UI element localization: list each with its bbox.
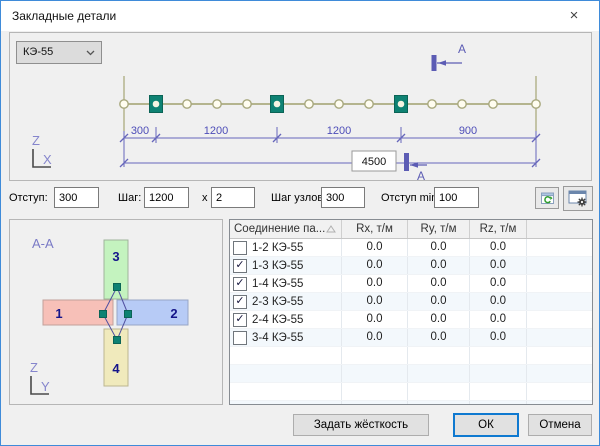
section-marker-top: A (432, 42, 467, 71)
svg-text:900: 900 (459, 125, 477, 137)
table-row[interactable]: ✓ 2-3 КЭ-55 0.0 0.0 0.0 (230, 293, 592, 311)
step-count-input[interactable] (211, 187, 255, 208)
connection-name: 3-4 КЭ-55 (252, 330, 303, 346)
empty-row (230, 347, 592, 365)
axis-indicator-zx: Z X (32, 133, 52, 167)
section-view-panel: A-A 3 1 2 4 Z (9, 219, 223, 405)
svg-text:Z: Z (32, 133, 40, 148)
row-checkbox[interactable] (233, 241, 247, 255)
ok-button[interactable]: ОК (453, 413, 519, 437)
svg-text:4500: 4500 (362, 156, 386, 168)
table-row[interactable]: ✓ 2-4 КЭ-55 0.0 0.0 0.0 (230, 311, 592, 329)
svg-text:1200: 1200 (327, 125, 351, 137)
connection-name: 2-3 КЭ-55 (252, 294, 303, 310)
connection-name: 1-4 КЭ-55 (252, 276, 303, 292)
rx-value: 0.0 (342, 239, 408, 256)
column-header-empty (527, 220, 592, 238)
offset-input[interactable] (54, 187, 99, 208)
svg-text:1200: 1200 (204, 125, 228, 137)
ry-value: 0.0 (408, 311, 470, 328)
connection-name: 2-4 КЭ-55 (252, 312, 303, 328)
rx-value: 0.0 (342, 329, 408, 346)
step-input[interactable] (144, 187, 189, 208)
close-icon[interactable]: × (561, 5, 587, 27)
column-header-rz[interactable]: Rz, т/м (470, 220, 527, 238)
rz-value: 0.0 (470, 311, 527, 328)
beam-drawing: A 300 120 (10, 33, 591, 180)
rz-value: 0.0 (470, 329, 527, 346)
offset-min-label: Отступ min: (381, 192, 440, 204)
beam-drawing-panel: КЭ-55 (9, 32, 592, 181)
rx-value: 0.0 (342, 257, 408, 274)
table-row[interactable]: 1-2 КЭ-55 0.0 0.0 0.0 (230, 239, 592, 257)
svg-text:1: 1 (55, 306, 62, 321)
cancel-button[interactable]: Отмена (528, 414, 592, 436)
connection-name: 1-3 КЭ-55 (252, 258, 303, 274)
rz-value: 0.0 (470, 275, 527, 292)
ry-value: 0.0 (408, 275, 470, 292)
ry-value: 0.0 (408, 239, 470, 256)
svg-text:300: 300 (131, 125, 149, 137)
dimension-labels: 300 1200 1200 900 (131, 125, 477, 137)
table-body: 1-2 КЭ-55 0.0 0.0 0.0 ✓ 1-3 КЭ-55 0.0 0.0… (230, 239, 592, 405)
sort-ascending-icon (326, 225, 336, 233)
node-step-label: Шаг узлов: (271, 192, 326, 204)
rx-value: 0.0 (342, 311, 408, 328)
dimension-ticks (120, 134, 540, 167)
svg-text:A: A (417, 169, 425, 180)
column-header-rx[interactable]: Rx, т/м (342, 220, 408, 238)
table-row[interactable]: ✓ 1-3 КЭ-55 0.0 0.0 0.0 (230, 257, 592, 275)
titlebar: Закладные детали × (1, 1, 599, 31)
row-checkbox[interactable]: ✓ (233, 259, 247, 273)
ry-value: 0.0 (408, 293, 470, 310)
rx-value: 0.0 (342, 293, 408, 310)
refresh-button[interactable] (535, 187, 559, 209)
total-length-field[interactable]: 4500 (352, 151, 396, 171)
row-checkbox[interactable]: ✓ (233, 313, 247, 327)
rx-value: 0.0 (342, 275, 408, 292)
svg-text:4: 4 (112, 361, 120, 376)
column-header-connection[interactable]: Соединение па... (230, 220, 342, 238)
step-label: Шаг: (118, 192, 141, 204)
row-checkbox[interactable] (233, 331, 247, 345)
ry-value: 0.0 (408, 257, 470, 274)
axis-indicator-zy: Z Y (30, 360, 50, 394)
offset-min-input[interactable] (434, 187, 479, 208)
table-row[interactable]: ✓ 1-4 КЭ-55 0.0 0.0 0.0 (230, 275, 592, 293)
svg-text:Y: Y (41, 379, 50, 394)
section-view-label: A-A (32, 236, 54, 251)
set-stiffness-button[interactable]: Задать жёсткость (293, 414, 429, 436)
svg-text:2: 2 (170, 306, 177, 321)
section-marker-bottom: A (404, 153, 427, 180)
rz-value: 0.0 (470, 239, 527, 256)
svg-text:X: X (43, 152, 52, 167)
empty-row (230, 401, 592, 405)
offset-label: Отступ: (9, 192, 48, 204)
column-header-ry[interactable]: Ry, т/м (408, 220, 470, 238)
rz-value: 0.0 (470, 293, 527, 310)
settings-button[interactable] (563, 186, 593, 211)
table-row[interactable]: 3-4 КЭ-55 0.0 0.0 0.0 (230, 329, 592, 347)
svg-text:3: 3 (112, 249, 119, 264)
node-step-input[interactable] (321, 187, 365, 208)
row-checkbox[interactable]: ✓ (233, 295, 247, 309)
ry-value: 0.0 (408, 329, 470, 346)
connections-table: Соединение па... Rx, т/м Ry, т/м Rz, т/м… (229, 219, 593, 405)
window-gear-icon (568, 190, 589, 207)
dialog-title: Закладные детали (12, 9, 116, 23)
section-view: A-A 3 1 2 4 Z (10, 220, 222, 404)
svg-text:A: A (458, 42, 466, 56)
empty-row (230, 365, 592, 383)
rz-value: 0.0 (470, 257, 527, 274)
svg-text:Z: Z (30, 360, 38, 375)
table-header: Соединение па... Rx, т/м Ry, т/м Rz, т/м (230, 220, 592, 239)
multiplier-label: x (202, 192, 208, 204)
dialog-window: Закладные детали × КЭ-55 (0, 0, 600, 446)
row-checkbox[interactable]: ✓ (233, 277, 247, 291)
refresh-icon (540, 191, 555, 206)
connection-name: 1-2 КЭ-55 (252, 240, 303, 256)
empty-row (230, 383, 592, 401)
